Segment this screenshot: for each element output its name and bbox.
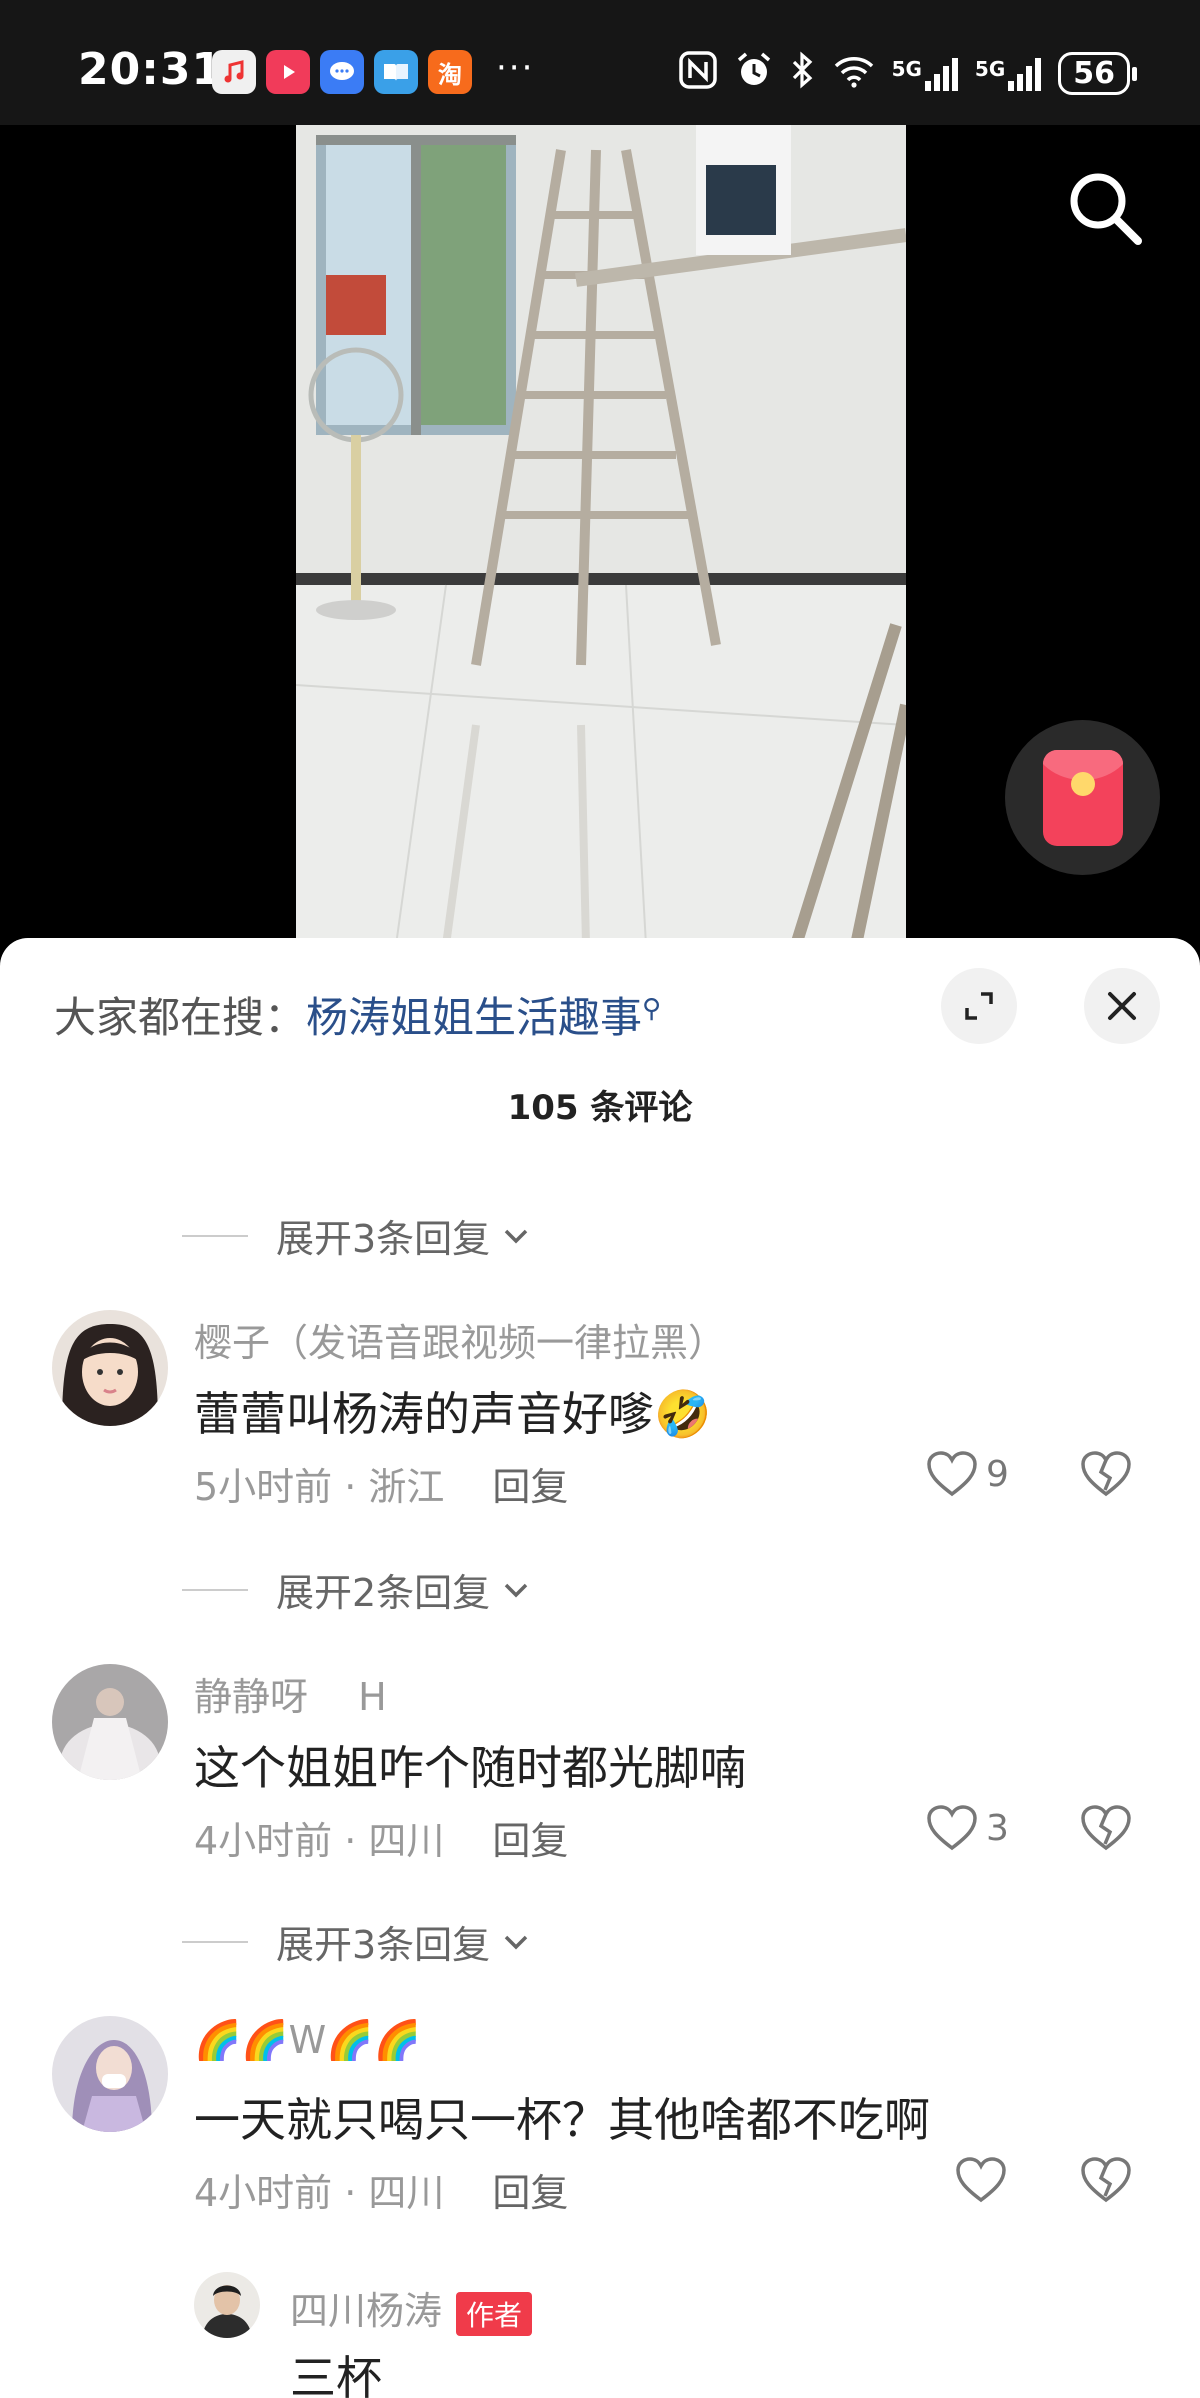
avatar[interactable] <box>194 2272 260 2338</box>
status-bar: 20:31 淘 ··· 5G 5G 56 <box>0 0 1200 125</box>
music-app-icon <box>212 50 256 94</box>
trending-prefix: 大家都在搜： <box>54 993 307 1042</box>
avatar[interactable] <box>52 1310 168 1426</box>
dislike-button[interactable] <box>1080 1450 1132 1502</box>
expand-replies-label: 展开2条回复 <box>276 1571 491 1615</box>
like-count: 3 <box>986 1807 1009 1849</box>
like-button[interactable]: 9 <box>926 1450 1009 1498</box>
more-notifications-indicator: ··· <box>496 48 535 88</box>
expand-panel-button[interactable] <box>941 968 1017 1044</box>
reply-button[interactable]: 回复 <box>492 1819 568 1863</box>
reply-text: 三杯 <box>290 2351 382 2398</box>
dislike-button[interactable] <box>1080 1804 1132 1856</box>
comment-text: 一天就只喝只一杯？其他啥都不吃啊 <box>194 2093 930 2147</box>
comment-meta: 4小时前 · 四川 回复 <box>194 1810 568 1865</box>
search-icon <box>1070 173 1142 245</box>
broken-heart-icon <box>1081 1805 1131 1851</box>
close-button[interactable] <box>1084 968 1160 1044</box>
expand-icon <box>965 992 993 1020</box>
author-badge: 作者 <box>456 2291 533 2336</box>
comment-username[interactable]: 静静呀 H <box>194 1666 387 1721</box>
status-time: 20:31 <box>78 44 224 95</box>
close-icon <box>1108 992 1136 1020</box>
wifi-icon <box>832 50 876 97</box>
like-button[interactable] <box>955 2156 1015 2204</box>
comment-text: 蕾蕾叫杨涛的声音好嗲🤣 <box>194 1387 712 1441</box>
expand-replies-button[interactable]: 展开2条回复 <box>182 1562 532 1617</box>
video-frame[interactable] <box>296 125 906 945</box>
heart-icon <box>927 1805 977 1851</box>
expand-replies-button[interactable]: 展开3条回复 <box>182 1208 532 1263</box>
heart-icon <box>956 2157 1006 2203</box>
search-button[interactable] <box>1060 163 1150 253</box>
divider-line <box>182 1234 248 1237</box>
avatar[interactable] <box>52 2016 168 2132</box>
comment-username[interactable]: 🌈🌈W🌈🌈 <box>194 2018 421 2063</box>
expand-replies-label: 展开3条回复 <box>276 1923 491 1967</box>
nfc-icon <box>678 50 718 97</box>
divider-line <box>182 1588 248 1591</box>
broken-heart-icon <box>1081 2157 1131 2203</box>
comment-count-title: 105 条评论 <box>507 1088 693 1128</box>
chevron-down-icon <box>504 1229 528 1243</box>
dislike-button[interactable] <box>1080 2156 1132 2208</box>
comment-meta: 5小时前 · 浙江 回复 <box>194 1456 568 1511</box>
reader-app-icon <box>374 50 418 94</box>
comment-time-location: 4小时前 · 四川 <box>194 1819 445 1863</box>
trending-keyword[interactable]: 杨涛姐姐生活趣事 <box>306 993 642 1042</box>
battery-indicator: 56 <box>1058 52 1137 95</box>
expand-replies-label: 展开3条回复 <box>276 1217 491 1261</box>
chevron-down-icon <box>504 1935 528 1949</box>
trending-search[interactable]: 大家都在搜：杨涛姐姐生活趣事⚲ <box>54 984 661 1045</box>
alarm-icon <box>734 50 774 97</box>
chevron-down-icon <box>504 1583 528 1597</box>
heart-icon <box>927 1451 977 1497</box>
comment-time-location: 5小时前 · 浙江 <box>194 1465 445 1509</box>
like-count: 9 <box>986 1453 1009 1495</box>
signal-1-icon: 5G <box>892 57 959 91</box>
reply-button[interactable]: 回复 <box>492 2171 568 2215</box>
reply-username[interactable]: 四川杨涛 作者 <box>290 2280 533 2336</box>
divider-line <box>182 1940 248 1943</box>
video-scene-image <box>296 125 906 945</box>
like-button[interactable]: 3 <box>926 1804 1009 1852</box>
expand-replies-button[interactable]: 展开3条回复 <box>182 1914 532 1969</box>
red-envelope-icon <box>1042 749 1123 846</box>
bluetooth-icon <box>790 50 816 97</box>
comment-panel: 大家都在搜：杨涛姐姐生活趣事⚲ 105 条评论 展开3条回复 樱子（发语音跟视频… <box>0 938 1200 2398</box>
comment-time-location: 4小时前 · 四川 <box>194 2171 445 2215</box>
reply-item: 四川杨涛 作者 三杯 <box>194 2272 1094 2398</box>
avatar[interactable] <box>52 1664 168 1780</box>
video-app-icon <box>266 50 310 94</box>
notification-app-icons: 淘 <box>212 50 472 94</box>
reply-button[interactable]: 回复 <box>492 1465 568 1509</box>
video-player[interactable] <box>0 125 1200 945</box>
broken-heart-icon <box>1081 1451 1131 1497</box>
signal-2-icon: 5G <box>975 57 1042 91</box>
status-icons: 5G 5G 56 <box>678 50 1137 97</box>
search-small-icon: ⚲ <box>642 994 662 1024</box>
comment-meta: 4小时前 · 四川 回复 <box>194 2162 568 2217</box>
message-app-icon <box>320 50 364 94</box>
comment-text: 这个姐姐咋个随时都光脚喃 <box>194 1741 746 1795</box>
red-packet-button[interactable] <box>1005 720 1160 875</box>
comment-username[interactable]: 樱子（发语音跟视频一律拉黑） <box>194 1312 726 1367</box>
taobao-app-icon: 淘 <box>428 50 472 94</box>
